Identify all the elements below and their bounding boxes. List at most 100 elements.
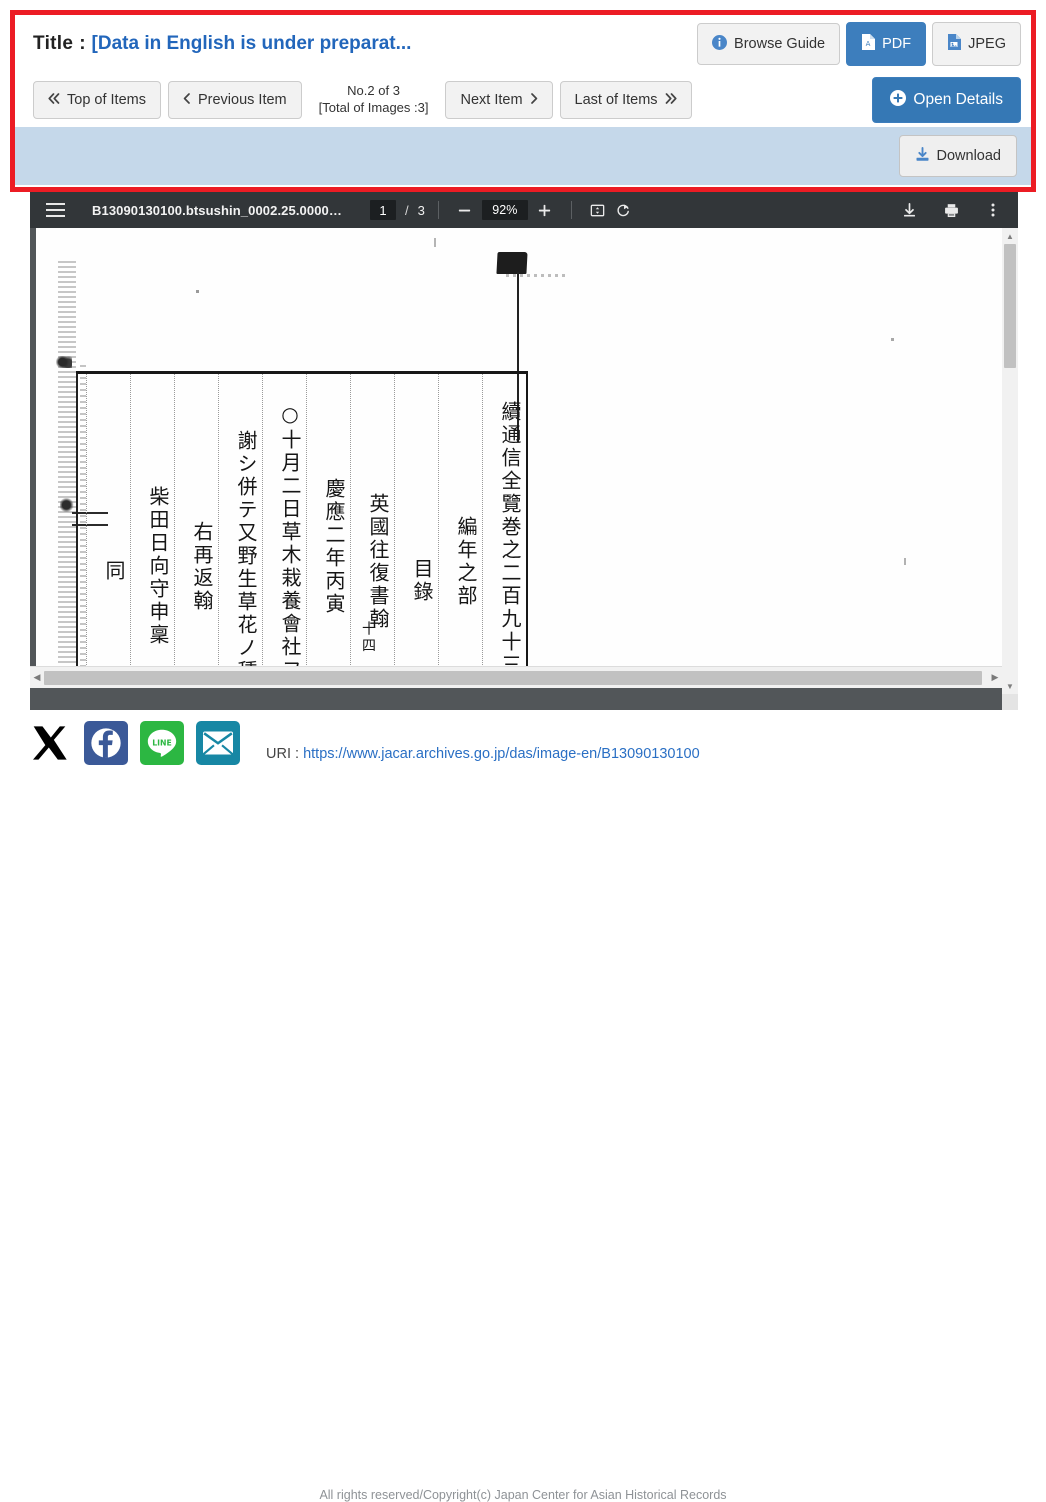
scroll-left-arrow-icon[interactable]: ◀ — [30, 667, 44, 689]
scroll-right-arrow-icon[interactable]: ▶ — [988, 667, 1002, 689]
item-counter: No.2 of 3 [Total of Images :3] — [309, 83, 439, 116]
line-icon[interactable]: LINE — [140, 721, 184, 765]
scan-artifact-dust-2 — [891, 338, 894, 341]
info-circle-icon — [712, 34, 728, 54]
download-button[interactable]: Download — [898, 134, 1017, 178]
pdf-button[interactable]: A PDF — [846, 22, 927, 66]
open-details-label: Open Details — [913, 91, 1003, 109]
x-twitter-icon[interactable] — [28, 721, 72, 765]
double-chevron-left-icon — [48, 92, 60, 108]
title-label: Title — [33, 33, 74, 54]
hamburger-menu-icon[interactable] — [46, 203, 65, 217]
scan-artifact-blot-2 — [60, 498, 76, 512]
document-column-6: 慶應二年丙寅 — [306, 374, 346, 688]
document-column-7: ○十月二日草木栽養會社ヲ — [262, 374, 302, 688]
uri-label: URI — [266, 746, 291, 762]
pdf-file-icon: A — [861, 34, 876, 54]
horizontal-scrollbar-thumb[interactable] — [44, 671, 982, 685]
item-navigation-row: Top of Items Previous Item No.2 of 3 [To… — [15, 73, 1031, 127]
download-icon[interactable] — [896, 197, 922, 223]
jpeg-button[interactable]: JPEG — [932, 22, 1021, 66]
pdf-viewer: B13090130100.btsushin_0002.25.0000… / 3 … — [30, 192, 1018, 710]
pdf-label: PDF — [882, 35, 912, 52]
scroll-down-arrow-icon[interactable]: ▼ — [1002, 678, 1018, 694]
last-of-items-label: Last of Items — [574, 91, 658, 108]
print-icon[interactable] — [938, 197, 964, 223]
scan-artifact-dust — [196, 290, 199, 293]
line-label-text: LINE — [152, 738, 172, 747]
footer: LINE URI : https://www.jacar.archives.go… — [0, 712, 1046, 1502]
nav-right-group: Open Details — [872, 77, 1021, 123]
pdf-toolbar: B13090130100.btsushin_0002.25.0000… / 3 … — [30, 192, 1018, 228]
toolbar-divider-2 — [570, 201, 572, 219]
share-buttons: LINE — [28, 721, 240, 765]
document-column-10: 柴田日向守申稟 — [130, 374, 170, 688]
vertical-scrollbar[interactable]: ▲ ▼ — [1002, 228, 1018, 710]
top-of-items-label: Top of Items — [67, 91, 146, 108]
document-column-8: 謝シ併テ又野生草花ノ種 — [218, 374, 258, 688]
document-column-11: 同 — [86, 374, 126, 688]
zoom-out-button[interactable] — [452, 197, 478, 223]
fit-page-icon[interactable] — [585, 197, 611, 223]
document-column-2: 編年之部 — [438, 374, 478, 688]
highlighted-toolbar-region: Title : [Data in English is under prepar… — [10, 10, 1036, 192]
zoom-in-button[interactable] — [532, 197, 558, 223]
download-bar: Download — [15, 127, 1031, 185]
toolbar-divider-1 — [437, 201, 439, 219]
download-label: Download — [936, 147, 1002, 164]
toolbar-right-group — [896, 197, 1006, 223]
browse-guide-label: Browse Guide — [734, 35, 826, 52]
uri-link[interactable]: https://www.jacar.archives.go.jp/das/ima… — [303, 746, 700, 762]
top-of-items-button[interactable]: Top of Items — [33, 80, 161, 120]
horizontal-scrollbar[interactable]: ◀ ▶ — [30, 666, 1002, 688]
uri-block: URI : https://www.jacar.archives.go.jp/d… — [266, 746, 700, 762]
last-of-items-button[interactable]: Last of Items — [559, 80, 692, 120]
vertical-scrollbar-thumb[interactable] — [1004, 244, 1016, 368]
document-column-9: 右再返翰 — [174, 374, 214, 688]
scan-artifact-dust-3 — [904, 558, 906, 565]
page-number-input[interactable] — [369, 200, 396, 220]
open-details-button[interactable]: Open Details — [872, 77, 1021, 123]
uri-separator: : — [295, 746, 300, 762]
rotate-icon[interactable] — [611, 197, 637, 223]
download-icon — [915, 146, 930, 166]
next-item-button[interactable]: Next Item — [445, 80, 553, 120]
document-column-3: 目錄 — [394, 374, 434, 688]
document-page: 續通信全覽巻之二百九十三 編年之部 目錄 英國往復書翰 十四 慶應二年丙寅 ○十月二日草木栽… — [36, 228, 1002, 688]
page-separator: / — [404, 202, 409, 218]
zoom-level[interactable]: 92% — [481, 200, 528, 220]
pdf-filename: B13090130100.btsushin_0002.25.0000… — [92, 202, 342, 218]
document-columns: 續通信全覽巻之二百九十三 編年之部 目錄 英國往復書翰 十四 慶應二年丙寅 ○十月二日草木栽… — [76, 374, 526, 688]
chevron-left-icon — [183, 92, 191, 108]
copyright-text: All rights reserved/Copyright(c) Japan C… — [319, 1488, 727, 1502]
previous-item-button[interactable]: Previous Item — [167, 80, 302, 120]
plus-circle-icon — [890, 90, 907, 110]
scan-artifact-blob — [496, 252, 528, 274]
email-icon[interactable] — [196, 721, 240, 765]
pdf-document-canvas[interactable]: 續通信全覽巻之二百九十三 編年之部 目錄 英國往復書翰 十四 慶應二年丙寅 ○十月二日草木栽… — [30, 228, 1002, 688]
kebab-menu-icon[interactable] — [980, 197, 1006, 223]
chevron-right-icon — [530, 92, 538, 108]
title-value-link[interactable]: [Data in English is under preparat... — [92, 33, 412, 55]
document-column-5: 十四 — [360, 620, 376, 655]
previous-item-label: Previous Item — [197, 91, 287, 108]
item-counter-line1: No.2 of 3 — [347, 83, 400, 99]
title-separator: : — [79, 33, 86, 54]
image-file-icon — [947, 34, 962, 54]
document-text-frame: 續通信全覽巻之二百九十三 編年之部 目錄 英國往復書翰 十四 慶應二年丙寅 ○十月二日草木栽… — [76, 371, 528, 688]
page-navigation-group: / 3 — [369, 200, 425, 220]
svg-text:A: A — [866, 40, 871, 48]
browse-guide-button[interactable]: Browse Guide — [697, 22, 841, 66]
facebook-icon[interactable] — [84, 721, 128, 765]
scan-artifact-dust-4 — [434, 238, 436, 247]
next-item-label: Next Item — [460, 91, 523, 108]
title-row: Title : [Data in English is under prepar… — [15, 15, 1031, 73]
page-total: 3 — [417, 202, 425, 218]
scroll-up-arrow-icon[interactable]: ▲ — [1002, 228, 1018, 244]
scan-artifact-blot — [56, 356, 72, 368]
jpeg-label: JPEG — [968, 35, 1006, 52]
scrollbar-corner — [1002, 694, 1018, 710]
scan-artifact-edge-noise — [58, 258, 76, 673]
title-actions: Browse Guide A PDF JPEG — [697, 22, 1021, 66]
scan-artifact-smudge — [506, 274, 566, 277]
